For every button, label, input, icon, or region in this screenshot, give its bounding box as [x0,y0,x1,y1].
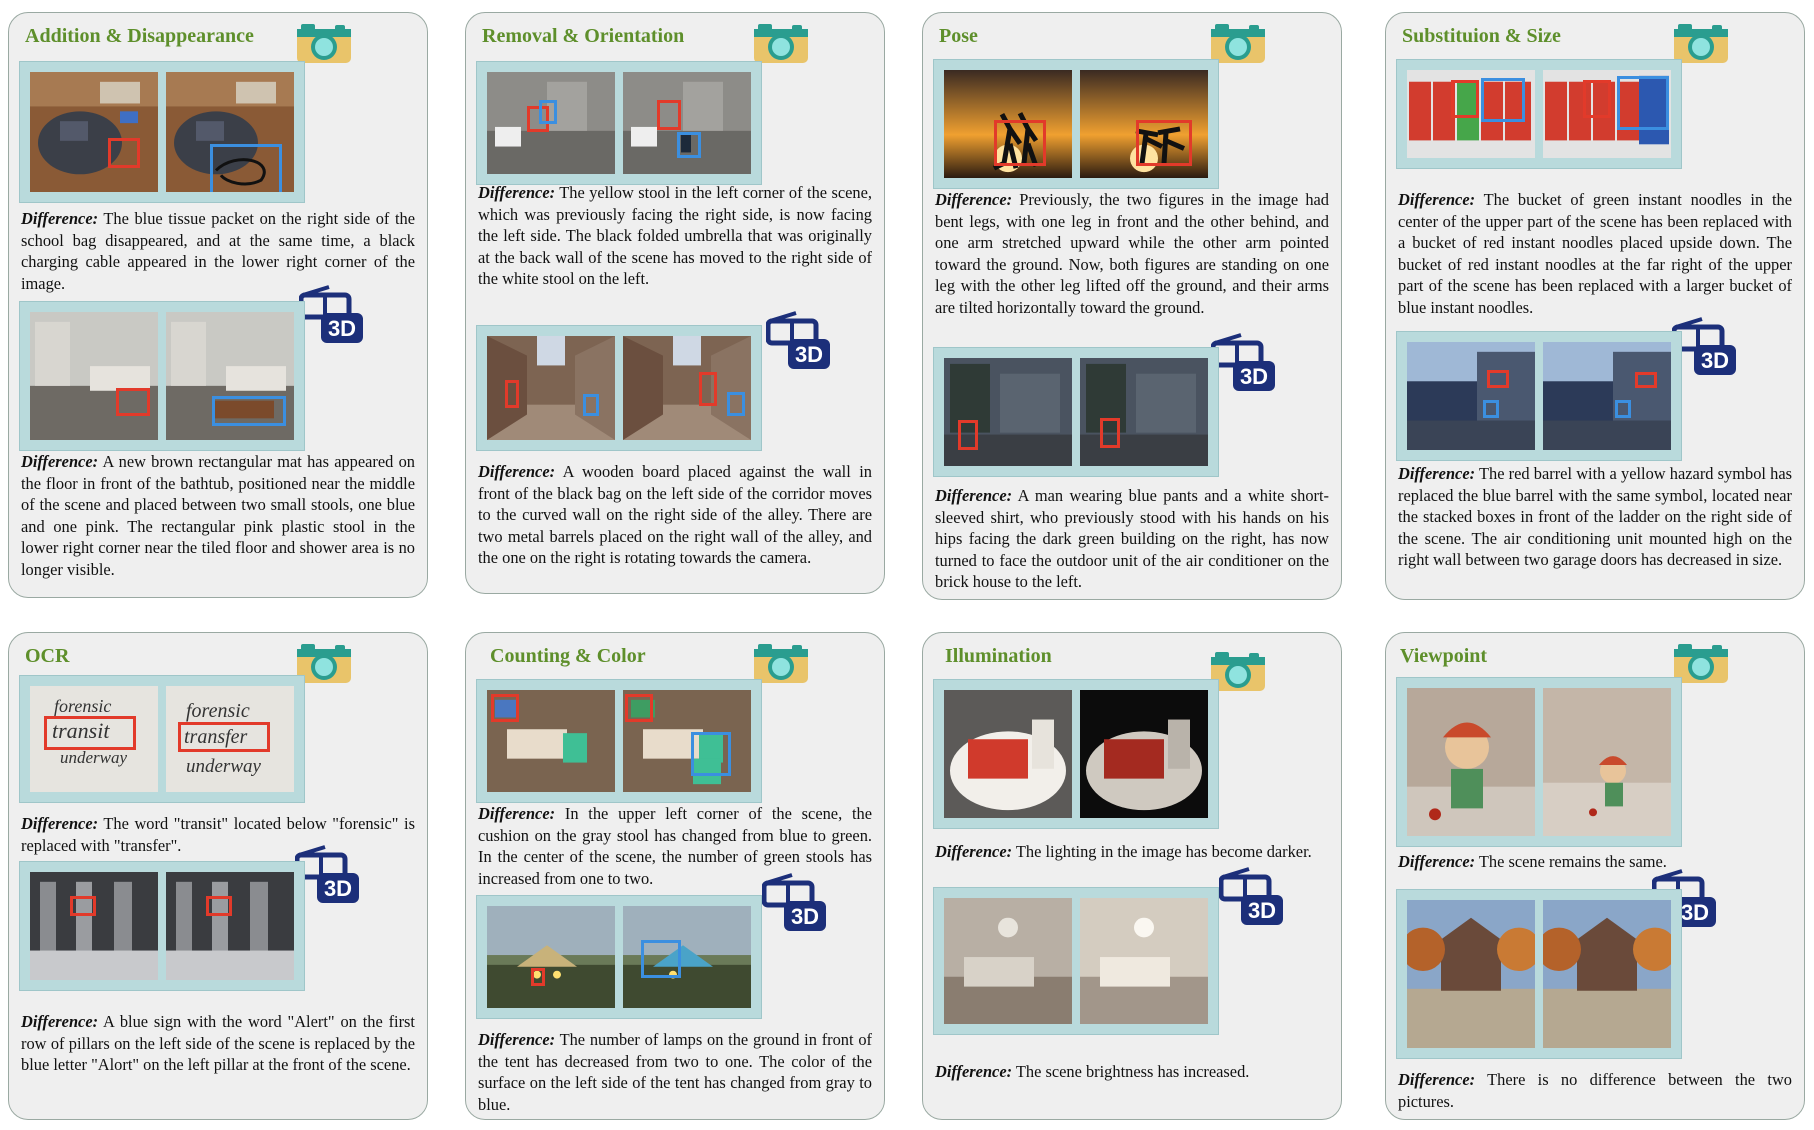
image-pair-3d [19,301,305,451]
svg-text:3D: 3D [328,316,356,341]
svg-text:3D: 3D [791,904,819,929]
image-before [487,336,615,440]
image-pair-2d [933,59,1219,189]
card-pose: Pose Difference: Previously, the two fig… [922,12,1342,600]
difference-text: Difference: The scene brightness has inc… [935,1062,1250,1081]
handwriting-line: forensic [186,700,250,722]
image-before [1407,900,1535,1048]
difference-text: Difference: The scene remains the same. [1398,852,1667,871]
image-after [623,690,751,792]
image-after [623,906,751,1008]
difference-text: Difference: The yellow stool in the left… [478,183,872,288]
image-before [1407,342,1535,450]
image-after [1543,688,1671,836]
handwriting-line: underway [60,748,128,767]
image-before [944,358,1072,466]
card-title: Addition & Disappearance [25,25,254,47]
image-after [623,72,751,174]
svg-text:3D: 3D [324,876,352,901]
3d-glasses-icon: 3D [1219,867,1283,925]
card-ocr: OCR forensic transit underway forensic t… [8,632,428,1120]
svg-text:3D: 3D [795,342,823,367]
difference-text: Difference: The lighting in the image ha… [935,842,1312,861]
difference-text: Difference: A man wearing blue pants and… [935,486,1329,591]
image-after [1080,898,1208,1024]
3d-glasses-icon: 3D [762,873,826,931]
image-before [487,690,615,792]
image-pair-2d [476,679,762,803]
image-before: forensic transit underway [30,686,158,792]
card-illumination: Illumination Difference: The lighting in… [922,632,1342,1120]
camera-icon [297,24,351,63]
card-title: Removal & Orientation [482,25,685,47]
difference-text: Difference: The number of lamps on the g… [478,1030,872,1114]
image-before [30,312,158,440]
card-title: Illumination [945,645,1052,667]
card-title: Counting & Color [490,645,646,667]
card-title: Pose [939,25,978,47]
image-pair-3d [1396,331,1682,461]
difference-text: Difference: A wooden board placed agains… [478,462,872,567]
image-after [1543,900,1671,1048]
image-before [944,690,1072,818]
image-pair-3d [1396,889,1682,1059]
svg-text:3D: 3D [1701,348,1729,373]
handwriting-line: underway [186,756,261,777]
difference-text: Difference: A blue sign with the word "A… [21,1012,415,1074]
card-counting-color: Counting & Color Difference: In the uppe… [465,632,885,1120]
difference-text: Difference: There is no difference betwe… [1398,1070,1792,1111]
image-pair-2d: forensic transit underway forensic trans… [19,675,305,803]
svg-text:3D: 3D [1681,900,1709,925]
image-after: forensic transfer underway [166,686,294,792]
difference-text: Difference: The bucket of green instant … [1398,190,1792,317]
image-after [166,312,294,440]
image-after [166,72,294,192]
card-addition-disappearance: Addition & Disappearance Difference: The… [8,12,428,598]
image-pair-2d [1396,59,1682,169]
image-after [1543,70,1671,158]
handwriting-line: forensic [54,696,112,716]
image-pair-3d [933,347,1219,477]
difference-text: Difference: The red barrel with a yellow… [1398,464,1792,569]
card-title: Viewpoint [1400,645,1488,667]
difference-text: Difference: A new brown rectangular mat … [21,452,415,579]
card-substitution-size: Substituion & Size Difference: The bucke… [1385,12,1805,600]
image-after [1080,358,1208,466]
3d-glasses-icon: 3D [766,311,830,369]
image-pair-3d [933,887,1219,1035]
image-pair-3d [476,895,762,1019]
image-before [487,72,615,174]
image-after [623,336,751,440]
difference-text: Difference: Previously, the two figures … [935,190,1329,317]
image-before [1407,688,1535,836]
image-pair-2d [933,679,1219,829]
image-after [166,872,294,980]
image-before [30,72,158,192]
3d-glasses-icon: 3D [1211,333,1275,391]
svg-text:3D: 3D [1240,364,1268,389]
image-after [1080,690,1208,818]
3d-glasses-icon: 3D [299,285,363,343]
card-title: Substituion & Size [1402,25,1561,47]
card-removal-orientation: Removal & Orientation Difference: The ye… [465,12,885,594]
svg-text:3D: 3D [1248,898,1276,923]
image-after [1080,70,1208,178]
figure-grid: Addition & Disappearance Difference: The… [0,0,1814,1130]
image-pair-2d [476,61,762,185]
image-pair-3d [476,325,762,451]
image-pair-3d [19,861,305,991]
image-before [487,906,615,1008]
card-title: OCR [25,645,70,667]
card-viewpoint: Viewpoint Difference: The scene remains … [1385,632,1805,1120]
image-after [1543,342,1671,450]
image-pair-2d [1396,677,1682,847]
image-before [944,70,1072,178]
image-before [1407,70,1535,158]
image-pair-2d [19,61,305,203]
image-before [30,872,158,980]
camera-icon [754,24,808,63]
image-before [944,898,1072,1024]
